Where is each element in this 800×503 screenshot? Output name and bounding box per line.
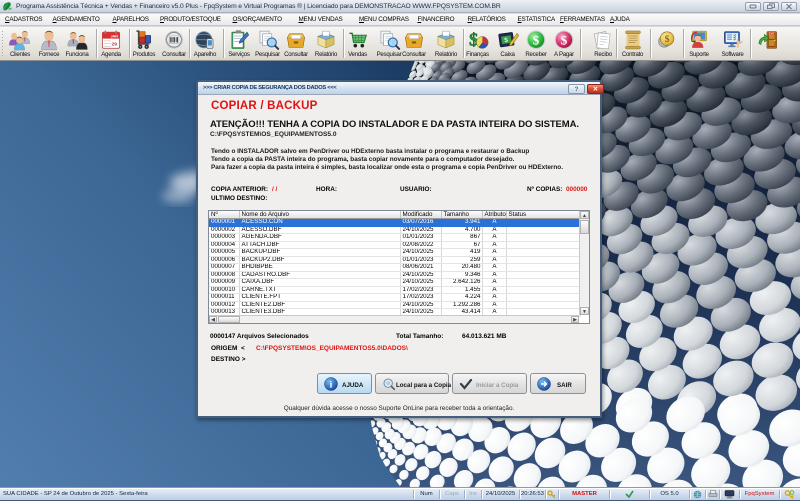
svg-text:JAN: JAN xyxy=(111,35,119,39)
svg-text:i: i xyxy=(330,381,333,391)
svg-text:$: $ xyxy=(665,34,670,45)
svg-text:$: $ xyxy=(561,33,568,47)
svg-text:EXIT: EXIT xyxy=(769,32,775,35)
svg-text:29: 29 xyxy=(112,42,118,48)
svg-text:$: $ xyxy=(533,33,540,47)
